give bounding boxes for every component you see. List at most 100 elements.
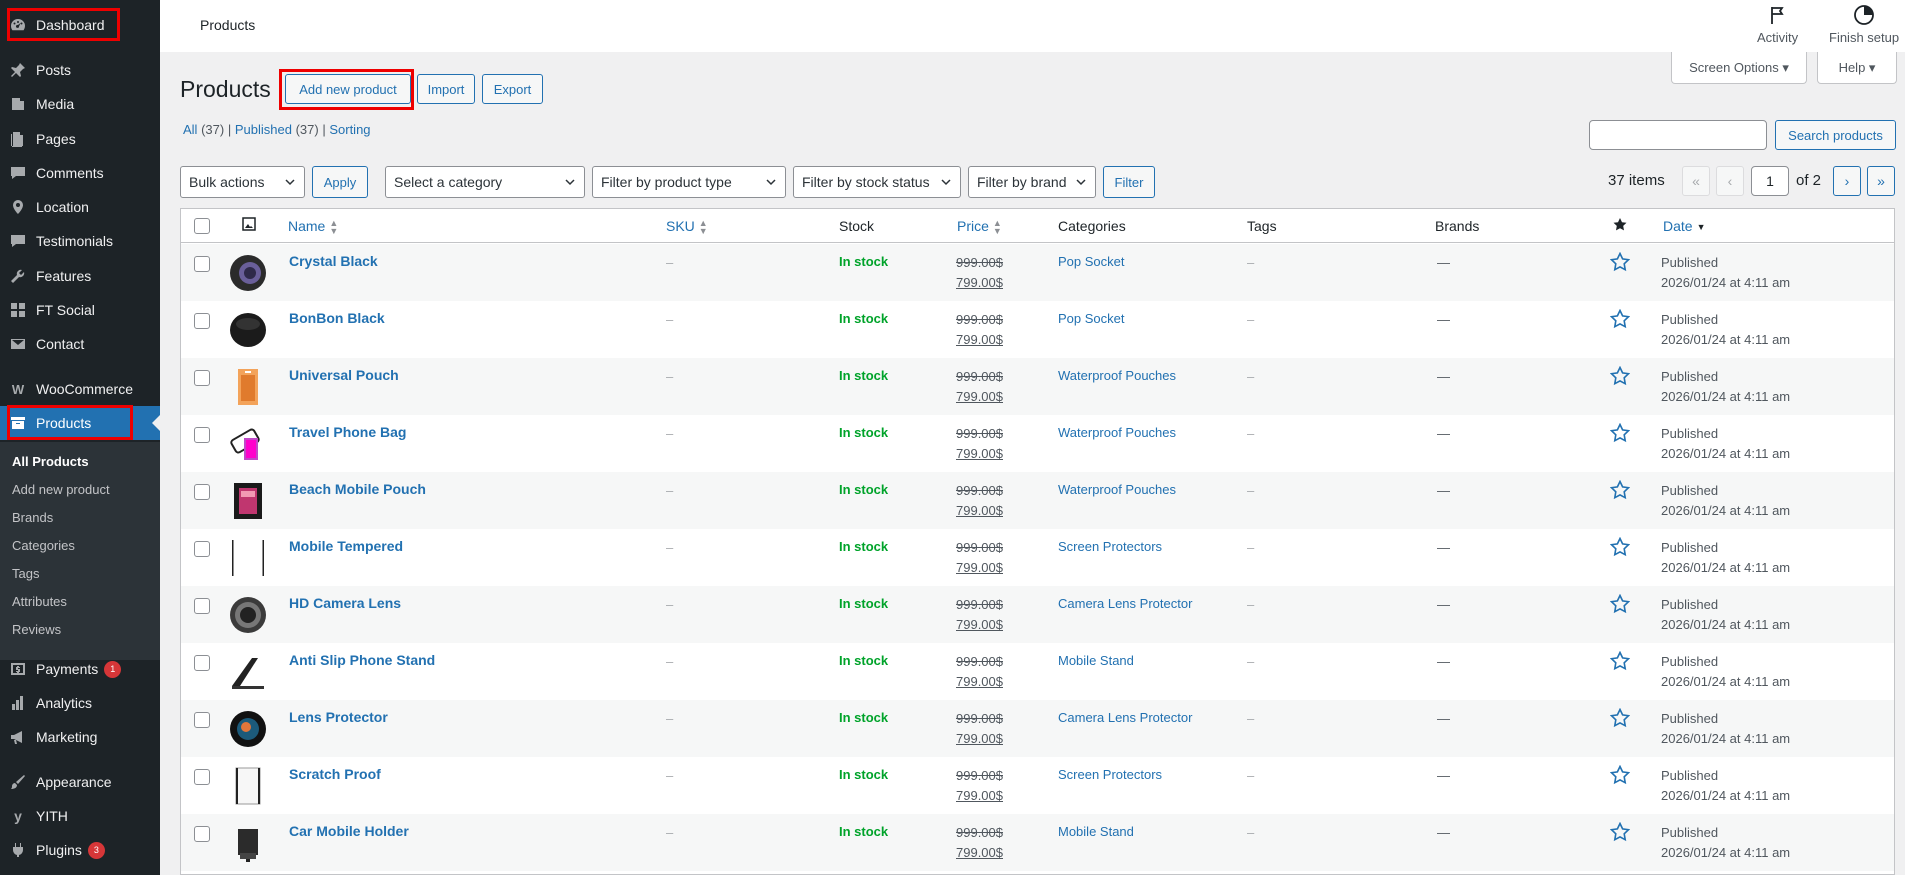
filter-button[interactable]: Filter [1103,166,1155,198]
product-name-link[interactable]: Travel Phone Bag [289,424,406,440]
view-all-link[interactable]: All [183,122,197,137]
sidebar-item-testimonials[interactable]: Testimonials [0,224,160,258]
help-button[interactable]: Help ▾ [1817,52,1897,84]
product-thumbnail[interactable] [228,766,268,806]
bulk-actions-select[interactable]: Bulk actions [180,166,305,198]
export-button[interactable]: Export [482,74,543,104]
row-checkbox[interactable] [194,655,210,671]
product-thumbnail[interactable] [228,310,268,350]
product-thumbnail[interactable] [228,652,268,692]
sidebar-item-media[interactable]: Media [0,87,160,121]
product-name-link[interactable]: Beach Mobile Pouch [289,481,426,497]
next-page-button[interactable]: › [1833,166,1861,196]
search-products-button[interactable]: Search products [1775,120,1896,150]
sidebar-item-marketing[interactable]: Marketing [0,720,160,754]
submenu-attributes[interactable]: Attributes [12,594,67,609]
product-name-link[interactable]: Car Mobile Holder [289,823,409,839]
product-thumbnail[interactable] [228,709,268,749]
submenu-reviews[interactable]: Reviews [12,622,61,637]
product-name-link[interactable]: Scratch Proof [289,766,381,782]
screen-options-button[interactable]: Screen Options ▾ [1671,52,1807,84]
featured-star-icon[interactable] [1609,365,1631,389]
column-date[interactable]: Date ▼ [1663,218,1706,234]
last-page-button[interactable]: » [1867,166,1895,196]
featured-star-icon[interactable] [1609,308,1631,332]
column-sku[interactable]: SKU ▲ ▼ [666,218,708,236]
row-checkbox[interactable] [194,370,210,386]
product-name-link[interactable]: Crystal Black [289,253,378,269]
product-name-link[interactable]: HD Camera Lens [289,595,401,611]
row-checkbox[interactable] [194,598,210,614]
category-link[interactable]: Screen Protectors [1058,539,1162,554]
product-name-link[interactable]: Universal Pouch [289,367,399,383]
sidebar-item-plugins[interactable]: Plugins 3 [0,833,160,867]
sidebar-item-pages[interactable]: Pages [0,122,160,156]
sidebar-item-woocommerce[interactable]: W WooCommerce [0,372,160,406]
product-name-link[interactable]: BonBon Black [289,310,385,326]
column-price[interactable]: Price ▲ ▼ [957,218,1002,236]
row-checkbox[interactable] [194,484,210,500]
view-published-link[interactable]: Published [235,122,292,137]
column-name[interactable]: Name ▲ ▼ [288,218,338,236]
row-checkbox[interactable] [194,256,210,272]
featured-star-icon[interactable] [1609,422,1631,446]
brand-select[interactable]: Filter by brand [968,166,1096,198]
featured-star-icon[interactable] [1609,650,1631,674]
row-checkbox[interactable] [194,826,210,842]
row-checkbox[interactable] [194,712,210,728]
sidebar-item-analytics[interactable]: Analytics [0,686,160,720]
featured-star-icon[interactable] [1609,536,1631,560]
sidebar-item-appearance[interactable]: Appearance [0,765,160,799]
sidebar-item-ft-social[interactable]: FT Social [0,293,160,327]
category-link[interactable]: Mobile Stand [1058,653,1134,668]
product-name-link[interactable]: Lens Protector [289,709,388,725]
category-link[interactable]: Waterproof Pouches [1058,425,1176,440]
category-link[interactable]: Camera Lens Protector [1058,596,1192,611]
row-checkbox[interactable] [194,313,210,329]
product-thumbnail[interactable] [228,367,268,407]
category-link[interactable]: Pop Socket [1058,311,1125,326]
sidebar-item-comments[interactable]: Comments [0,156,160,190]
category-link[interactable]: Waterproof Pouches [1058,368,1176,383]
apply-button[interactable]: Apply [312,166,368,198]
category-link[interactable]: Waterproof Pouches [1058,482,1176,497]
featured-star-icon[interactable] [1609,764,1631,788]
category-link[interactable]: Camera Lens Protector [1058,710,1192,725]
category-select[interactable]: Select a category [385,166,585,198]
product-name-link[interactable]: Anti Slip Phone Stand [289,652,435,668]
featured-star-icon[interactable] [1609,251,1631,275]
featured-star-icon[interactable] [1609,479,1631,503]
category-link[interactable]: Mobile Stand [1058,824,1134,839]
product-name-link[interactable]: Mobile Tempered [289,538,403,554]
category-link[interactable]: Pop Socket [1058,254,1125,269]
sidebar-item-yith[interactable]: y YITH [0,799,160,833]
submenu-categories[interactable]: Categories [12,538,75,553]
featured-star-icon[interactable] [1609,821,1631,845]
category-link[interactable]: Screen Protectors [1058,767,1162,782]
product-thumbnail[interactable] [228,424,268,464]
import-button[interactable]: Import [417,74,475,104]
view-sorting-link[interactable]: Sorting [329,122,370,137]
row-checkbox[interactable] [194,541,210,557]
current-page-input[interactable]: 1 [1751,166,1789,196]
sidebar-item-features[interactable]: Features [0,259,160,293]
product-thumbnail[interactable] [228,481,268,521]
search-input[interactable] [1589,120,1767,150]
featured-star-icon[interactable] [1609,593,1631,617]
product-type-select[interactable]: Filter by product type [592,166,786,198]
finish-setup-button[interactable]: Finish setup [1829,4,1899,45]
stock-status-select[interactable]: Filter by stock status [793,166,961,198]
select-all-checkbox[interactable] [194,218,210,234]
sidebar-item-location[interactable]: Location [0,190,160,224]
activity-button[interactable]: Activity [1757,4,1798,45]
featured-star-icon[interactable] [1609,707,1631,731]
submenu-tags[interactable]: Tags [12,566,39,581]
product-thumbnail[interactable] [228,595,268,635]
submenu-add-new-product[interactable]: Add new product [12,482,110,497]
submenu-all-products[interactable]: All Products [12,454,89,469]
row-checkbox[interactable] [194,769,210,785]
sidebar-item-contact[interactable]: Contact [0,327,160,361]
product-thumbnail[interactable] [228,538,268,578]
product-thumbnail[interactable] [228,253,268,293]
row-checkbox[interactable] [194,427,210,443]
